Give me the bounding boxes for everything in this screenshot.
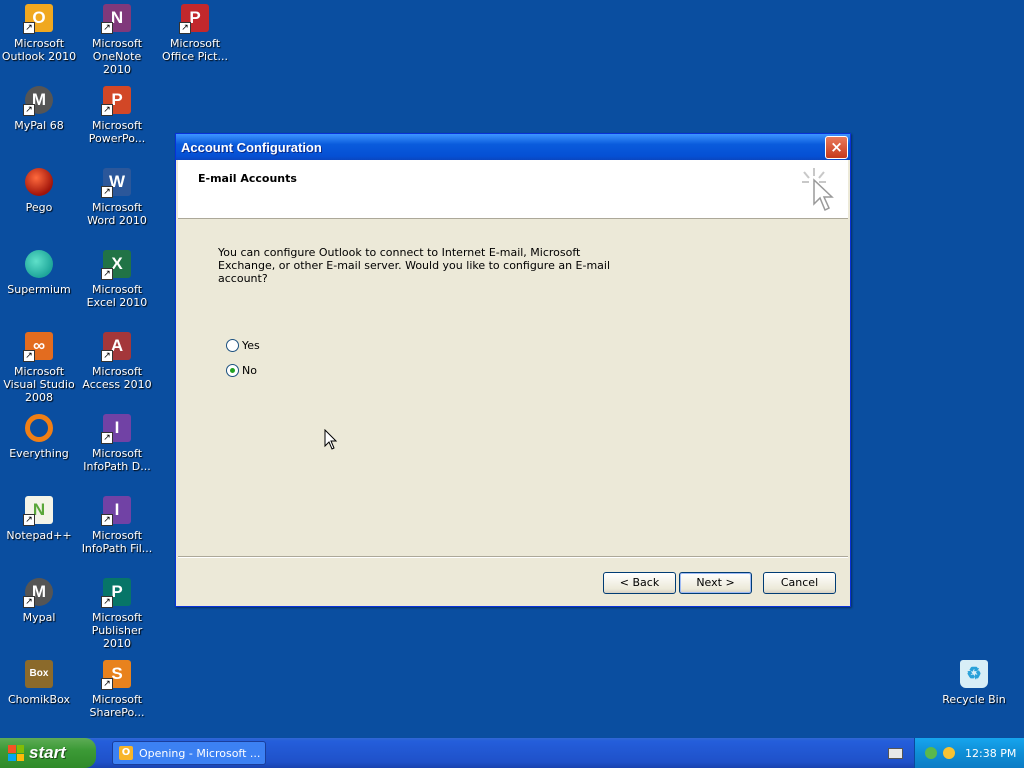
supermium-icon (23, 248, 55, 280)
icon-label: Recycle Bin (942, 693, 1006, 706)
icon-label: Microsoft Outlook 2010 (1, 37, 77, 63)
infopath-designer-shortcut[interactable]: I ↗ Microsoft InfoPath D... (78, 412, 156, 473)
word-shortcut[interactable]: W ↗ Microsoft Word 2010 (78, 166, 156, 227)
icon-label: Microsoft InfoPath D... (83, 447, 151, 473)
icon-label: Microsoft PowerPo... (88, 119, 146, 145)
icon-label: Microsoft InfoPath Fil... (81, 529, 153, 555)
powerpoint-shortcut[interactable]: P ↗ Microsoft PowerPo... (78, 84, 156, 145)
wizard-header: E-mail Accounts (178, 160, 848, 219)
mouse-pointer-icon (324, 429, 338, 450)
task-label: Opening - Microsoft ... (139, 746, 261, 760)
start-button[interactable]: start (0, 738, 96, 768)
picture-manager-icon: P ↗ (179, 2, 211, 34)
wizard-cursor-icon (802, 168, 834, 212)
icon-label: Microsoft OneNote 2010 (91, 37, 143, 76)
system-tray: 12:38 PM (914, 738, 1024, 768)
icon-label: Microsoft Publisher 2010 (91, 611, 143, 650)
sharepoint-icon: S ↗ (101, 658, 133, 690)
mypal-shortcut[interactable]: M ↗ Mypal (0, 576, 78, 624)
account-configuration-dialog: Account Configuration × E-mail Accounts … (175, 133, 851, 607)
everything-icon (23, 412, 55, 444)
taskbar: start O Opening - Microsoft ... 12:38 PM (0, 738, 1024, 768)
icon-label: Microsoft Office Pict... (162, 37, 228, 63)
notepadpp-shortcut[interactable]: N ↗ Notepad++ (0, 494, 78, 542)
infopath-filler-shortcut[interactable]: I ↗ Microsoft InfoPath Fil... (78, 494, 156, 555)
visual-studio-icon: ∞ ↗ (23, 330, 55, 362)
icon-label: Pego (25, 201, 53, 214)
close-button[interactable]: × (825, 136, 848, 159)
picture-manager-shortcut[interactable]: P ↗ Microsoft Office Pict... (156, 2, 234, 63)
recycle-bin[interactable]: ♻ Recycle Bin (935, 658, 1013, 706)
windows-logo-icon (8, 745, 24, 761)
close-icon: × (830, 138, 843, 156)
cancel-button[interactable]: Cancel (763, 572, 836, 594)
publisher-shortcut[interactable]: P ↗ Microsoft Publisher 2010 (78, 576, 156, 650)
icon-label: ChomikBox (8, 693, 70, 706)
description-text: You can configure Outlook to connect to … (218, 246, 611, 285)
icon-label: Microsoft Word 2010 (87, 201, 147, 227)
radio-circle-selected[interactable] (226, 364, 239, 377)
everything-shortcut[interactable]: Everything (0, 412, 78, 460)
notepadpp-icon: N ↗ (23, 494, 55, 526)
search-icon[interactable] (943, 747, 955, 759)
outlook-shortcut[interactable]: O ↗ Microsoft Outlook 2010 (0, 2, 78, 63)
icon-label: Everything (9, 447, 69, 460)
keyboard-icon[interactable] (888, 748, 903, 759)
icon-label: Microsoft Access 2010 (82, 365, 152, 391)
network-icon[interactable] (925, 747, 937, 759)
outlook-icon: O ↗ (23, 2, 55, 34)
pego-icon (23, 166, 55, 198)
icon-label: Notepad++ (6, 529, 72, 542)
icon-label: Microsoft Visual Studio 2008 (3, 365, 75, 404)
outlook-icon: O (119, 746, 133, 760)
access-icon: A ↗ (101, 330, 133, 362)
raccoon-icon: M ↗ (23, 84, 55, 116)
start-label: start (29, 743, 66, 762)
icon-label: Microsoft Excel 2010 (86, 283, 148, 309)
taskbar-item-outlook[interactable]: O Opening - Microsoft ... (112, 741, 266, 765)
chomikbox-shortcut[interactable]: Box ChomikBox (0, 658, 78, 706)
pego-shortcut[interactable]: Pego (0, 166, 78, 214)
raccoon-icon: M ↗ (23, 576, 55, 608)
powerpoint-icon: P ↗ (101, 84, 133, 116)
icon-label: Microsoft SharePo... (89, 693, 145, 719)
radio-yes-label: Yes (242, 339, 260, 352)
infopath-icon: I ↗ (101, 412, 133, 444)
radio-yes[interactable]: Yes (226, 339, 260, 352)
sharepoint-shortcut[interactable]: S ↗ Microsoft SharePo... (78, 658, 156, 719)
desktop: O ↗ Microsoft Outlook 2010 M ↗ MyPal 68 Pe… (0, 0, 1024, 738)
onenote-shortcut[interactable]: N ↗ Microsoft OneNote 2010 (78, 2, 156, 76)
title-bar[interactable]: Account Configuration × (176, 134, 850, 160)
supermium-shortcut[interactable]: Supermium (0, 248, 78, 296)
radio-no[interactable]: No (226, 364, 257, 377)
back-button[interactable]: < Back (603, 572, 676, 594)
infopath-icon: I ↗ (101, 494, 133, 526)
publisher-icon: P ↗ (101, 576, 133, 608)
mypal68-shortcut[interactable]: M ↗ MyPal 68 (0, 84, 78, 132)
clock[interactable]: 12:38 PM (965, 747, 1016, 760)
access-shortcut[interactable]: A ↗ Microsoft Access 2010 (78, 330, 156, 391)
recycle-bin-icon: ♻ (958, 658, 990, 690)
icon-label: MyPal 68 (14, 119, 64, 132)
excel-icon: X ↗ (101, 248, 133, 280)
dialog-title: Account Configuration (181, 140, 322, 155)
icon-label: Supermium (7, 283, 71, 296)
excel-shortcut[interactable]: X ↗ Microsoft Excel 2010 (78, 248, 156, 309)
radio-no-label: No (242, 364, 257, 377)
footer-divider (178, 556, 848, 558)
icon-label: Mypal (22, 611, 56, 624)
radio-circle[interactable] (226, 339, 239, 352)
word-icon: W ↗ (101, 166, 133, 198)
onenote-icon: N ↗ (101, 2, 133, 34)
header-title: E-mail Accounts (198, 172, 297, 185)
chomikbox-icon: Box (23, 658, 55, 690)
visual-studio-shortcut[interactable]: ∞ ↗ Microsoft Visual Studio 2008 (0, 330, 78, 404)
next-button[interactable]: Next > (679, 572, 752, 594)
